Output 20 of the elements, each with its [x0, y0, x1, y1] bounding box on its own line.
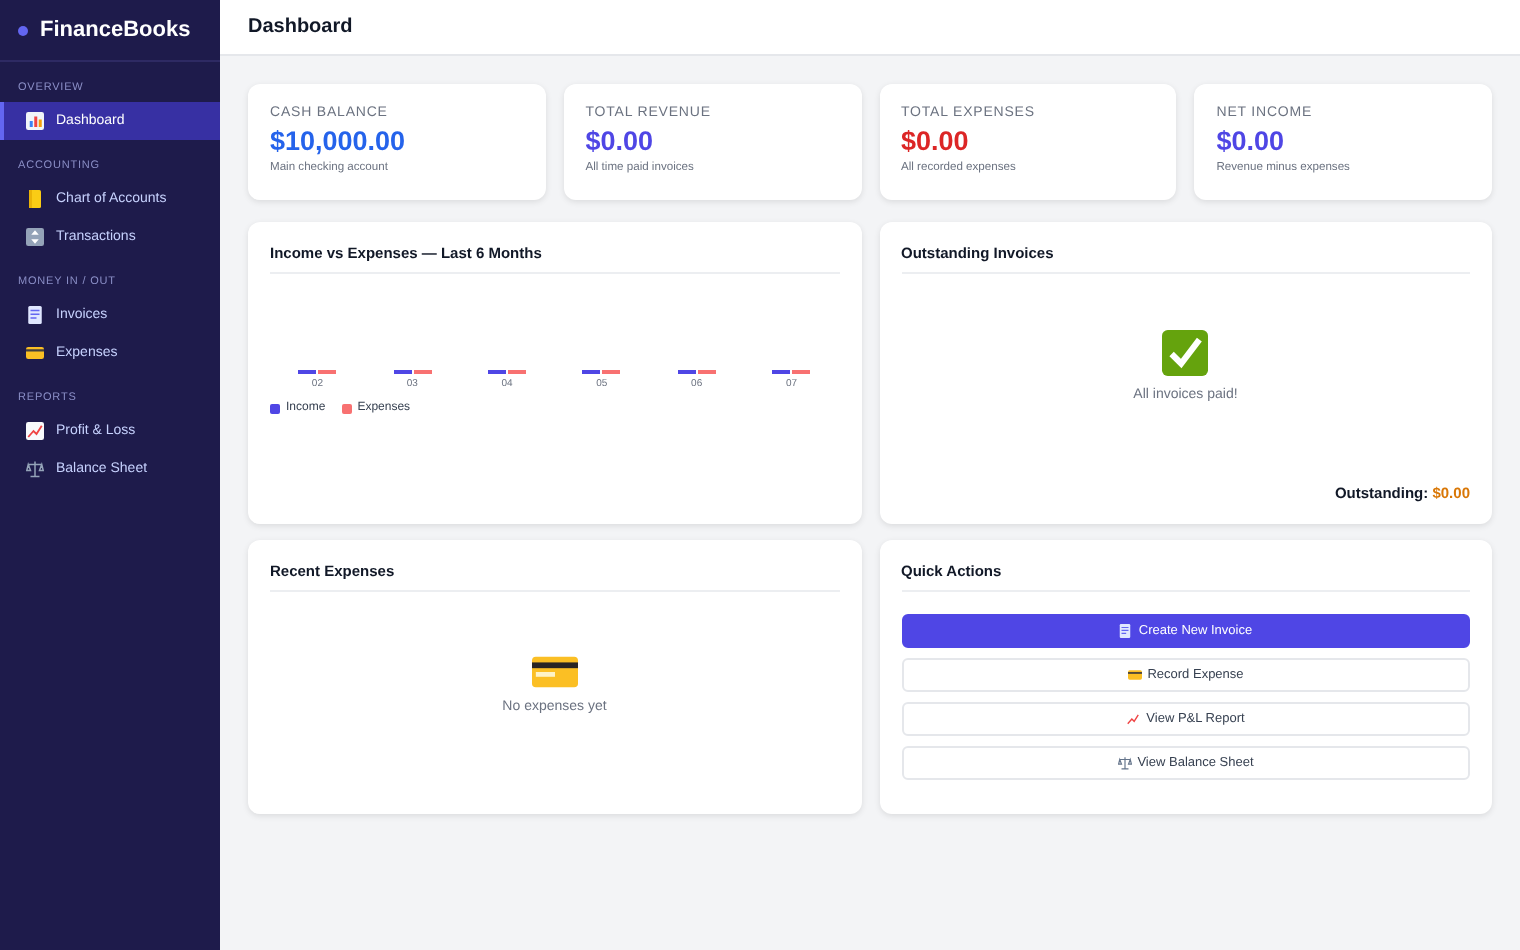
arrows-icon: [26, 228, 44, 246]
page-title: Dashboard: [248, 16, 353, 38]
checkmark-icon: [1162, 330, 1209, 376]
bar-icon: [26, 112, 44, 130]
scale-icon: [26, 460, 44, 478]
scale-icon: [1117, 756, 1132, 770]
stat-value: $0.00: [1216, 126, 1287, 156]
book-icon: [26, 190, 44, 208]
stat-value: $0.00: [585, 126, 656, 156]
app-name: FinanceBooks: [40, 18, 191, 42]
receipt-icon: [26, 306, 44, 324]
trend-icon: [26, 422, 44, 440]
card-icon: [1127, 668, 1142, 682]
trend-icon: [1126, 712, 1141, 726]
stat-value: $10,000.00: [270, 126, 408, 156]
card-icon: [26, 344, 44, 362]
receipt-icon: [1118, 624, 1133, 638]
stat-value: $0.00: [901, 126, 971, 156]
logo-dot-icon: [18, 25, 28, 35]
credit-card-icon: [531, 656, 578, 688]
